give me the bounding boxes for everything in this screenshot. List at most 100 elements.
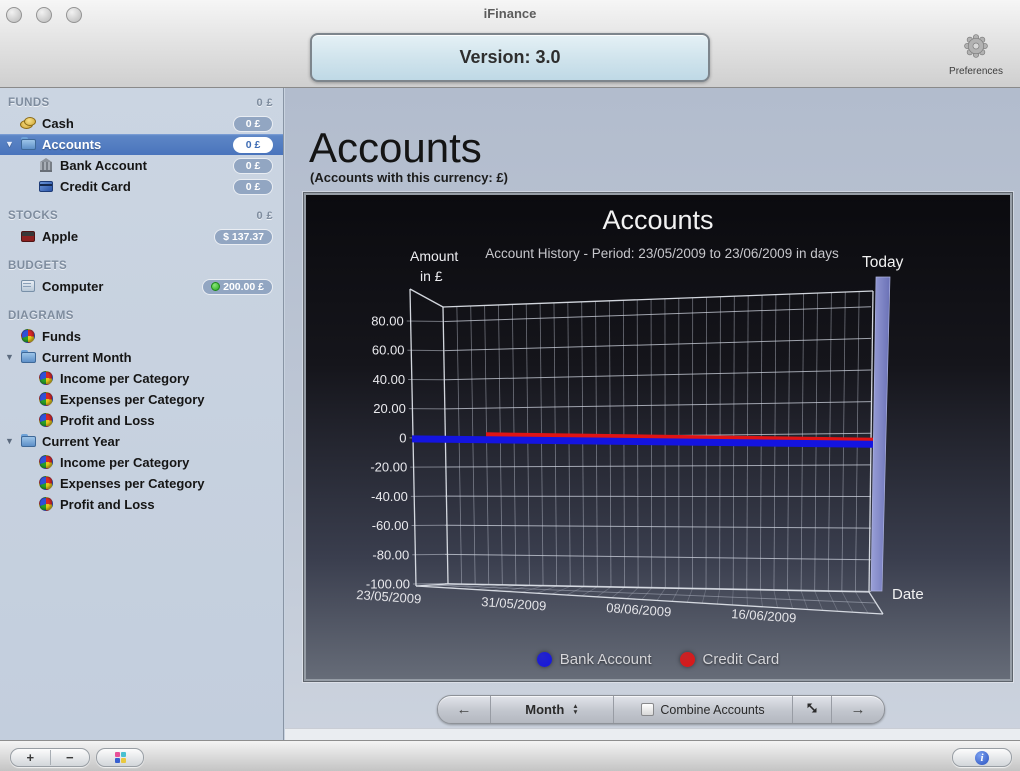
folder-icon: [20, 137, 37, 152]
x-axis-label: Date: [892, 586, 924, 603]
combine-accounts-checkbox[interactable]: [641, 703, 655, 716]
legend-label: Credit Card: [702, 651, 780, 668]
pie-icon: [20, 329, 37, 344]
categories-button[interactable]: [96, 748, 144, 767]
version-button[interactable]: Version: 3.0: [310, 33, 710, 82]
sidebar-section-stocks: STOCKS 0 £ Apple $ 137.37: [0, 206, 283, 247]
legend-dot: [679, 652, 695, 667]
sidebar-section-diagrams: DIAGRAMS Funds ▼ Current Month Income per Ca…: [0, 306, 283, 515]
pie-icon: [38, 497, 55, 512]
chart-3d-svg: 80.00 60.00 40.00 20.00 0 -20.00 -40.00 -60.00 -…: [356, 205, 924, 626]
section-header-funds: FUNDS 0 £: [0, 93, 283, 113]
preferences-button[interactable]: Preferences: [938, 32, 1014, 77]
info-button[interactable]: i: [952, 748, 1012, 767]
disclosure-triangle-icon[interactable]: ▼: [5, 351, 14, 363]
legend-dot: [536, 652, 552, 667]
sidebar-item-bank-account[interactable]: Bank Account 0 £: [0, 155, 283, 176]
pie-icon: [38, 392, 55, 407]
item-label: Funds: [42, 329, 81, 344]
item-badge: 0 £: [233, 115, 273, 132]
sidebar-section-budgets: BUDGETS Computer 200.00 £: [0, 256, 283, 297]
y-tick-label: 20.00: [373, 401, 406, 416]
y-tick-label: -20.00: [370, 460, 407, 475]
y-axis-label: in £: [420, 268, 443, 284]
next-period-button[interactable]: →: [832, 696, 884, 723]
item-label: Expenses per Category: [60, 392, 205, 407]
zoom-icon[interactable]: [66, 7, 82, 23]
sidebar-item-income-per-category[interactable]: Income per Category: [0, 368, 283, 389]
section-header-budgets: BUDGETS: [0, 256, 283, 276]
version-label: Version: 3.0: [459, 47, 561, 67]
sidebar-item-apple[interactable]: Apple $ 137.37: [0, 226, 283, 247]
folder-icon: [20, 434, 37, 449]
resize-chart-button[interactable]: [793, 696, 832, 723]
page-subtitle: (Accounts with this currency: £): [310, 170, 508, 185]
axis-edge: [409, 288, 444, 308]
sidebar-item-income-per-category[interactable]: Income per Category: [0, 452, 283, 473]
y-tick-label: 0: [399, 430, 406, 445]
badge-value: $ 137.37: [223, 230, 264, 243]
item-label: Income per Category: [60, 455, 190, 470]
sidebar-item-current-month[interactable]: ▼ Current Month: [0, 347, 283, 368]
add-button[interactable]: +: [11, 750, 50, 765]
y-tick-label: -80.00: [372, 547, 409, 562]
badge-value: 0 £: [245, 117, 261, 130]
badge-value: 0 £: [245, 138, 261, 151]
period-value: Month: [525, 702, 565, 717]
previous-period-button[interactable]: ←: [438, 696, 491, 723]
coins-icon: [20, 116, 37, 131]
today-bar: [870, 276, 891, 592]
preferences-label: Preferences: [949, 66, 1003, 77]
item-badge: 0 £: [233, 157, 273, 174]
section-total-badge: 0 £: [256, 210, 273, 222]
y-tick-label: -60.00: [372, 518, 409, 533]
section-label: STOCKS: [8, 210, 59, 222]
left-arrow-icon: ←: [456, 701, 472, 718]
legend-item-credit-card: Credit Card: [679, 651, 780, 668]
sidebar-item-profit-and-loss[interactable]: Profit and Loss: [0, 410, 283, 431]
y-tick-label: 40.00: [373, 372, 406, 387]
diagonal-arrows-icon: [805, 701, 819, 718]
remove-button[interactable]: −: [49, 750, 90, 765]
today-label: Today: [862, 254, 904, 271]
disclosure-triangle-icon[interactable]: ▼: [5, 435, 14, 447]
chart-canvas: 80.00 60.00 40.00 20.00 0 -20.00 -40.00 -60.00 -…: [306, 195, 1010, 679]
y-axis-label: Amount: [410, 248, 458, 264]
chart-title: Accounts: [602, 205, 713, 235]
sidebar-item-cash[interactable]: Cash 0 £: [0, 113, 283, 134]
sidebar-item-accounts[interactable]: ▼ Accounts 0 £: [0, 134, 283, 155]
x-tick-label: 08/06/2009: [606, 600, 672, 620]
sidebar-item-computer[interactable]: Computer 200.00 £: [0, 276, 283, 297]
close-icon[interactable]: [6, 7, 22, 23]
combine-accounts-control: Combine Accounts: [614, 696, 793, 723]
sidebar-item-current-year[interactable]: ▼ Current Year: [0, 431, 283, 452]
right-arrow-icon: →: [850, 701, 866, 718]
budget-progress-dot: [211, 282, 221, 291]
x-tick-label: 16/06/2009: [731, 606, 797, 626]
section-label: FUNDS: [8, 97, 50, 109]
item-label: Current Year: [42, 434, 120, 449]
sidebar-item-expenses-per-category[interactable]: Expenses per Category: [0, 473, 283, 494]
minimize-icon[interactable]: [36, 7, 52, 23]
chart-legend: Bank Account Credit Card: [306, 651, 1010, 668]
section-label: DIAGRAMS: [8, 310, 74, 322]
budget-icon: [20, 279, 37, 294]
sidebar-item-funds[interactable]: Funds: [0, 326, 283, 347]
section-header-stocks: STOCKS 0 £: [0, 206, 283, 226]
item-badge: $ 137.37: [214, 228, 273, 245]
credit-card-icon: [38, 179, 55, 194]
item-label: Apple: [42, 229, 79, 244]
sidebar-item-expenses-per-category[interactable]: Expenses per Category: [0, 389, 283, 410]
y-tick-label: -40.00: [371, 489, 408, 504]
pie-icon: [38, 455, 55, 470]
section-header-diagrams: DIAGRAMS: [0, 306, 283, 326]
disclosure-triangle-icon[interactable]: ▼: [5, 138, 14, 150]
sidebar-item-credit-card[interactable]: Credit Card 0 £: [0, 176, 283, 197]
page-title: Accounts: [309, 124, 482, 172]
sidebar-item-profit-and-loss[interactable]: Profit and Loss: [0, 494, 283, 515]
item-label: Current Month: [42, 350, 132, 365]
period-select[interactable]: Month ▲ ▼: [491, 696, 614, 723]
info-icon: i: [975, 750, 989, 765]
gear-icon: [960, 34, 992, 64]
item-label: Computer: [42, 279, 104, 294]
